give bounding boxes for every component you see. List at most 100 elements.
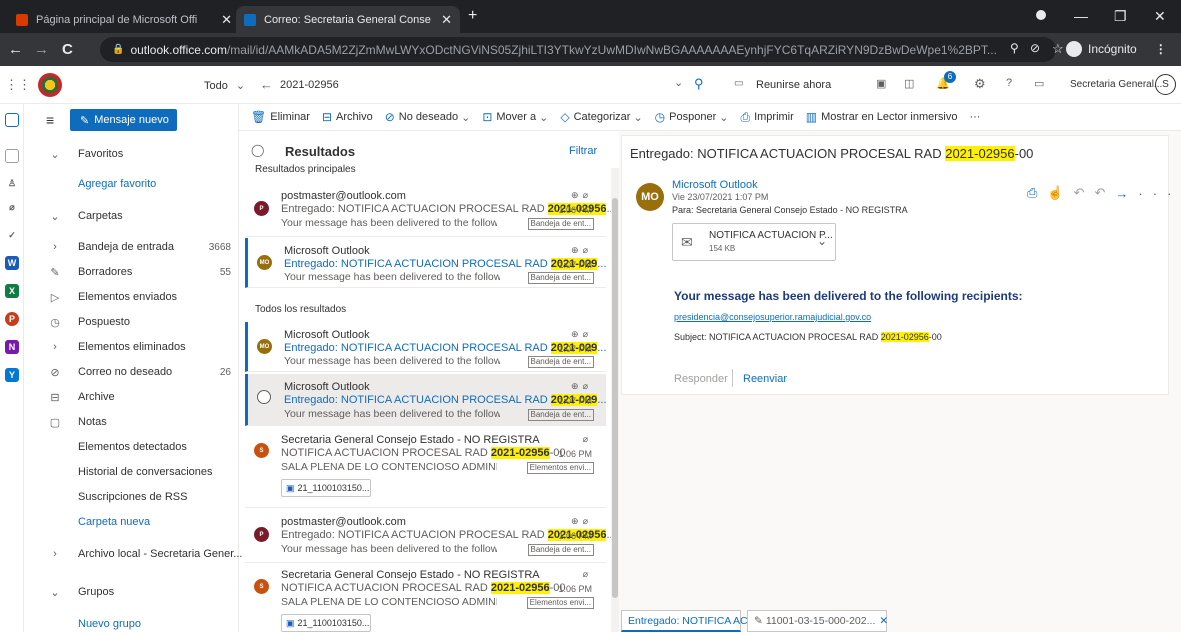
local-archive-folder[interactable]: › Archivo local - Secretaria Gener... — [24, 542, 242, 566]
attachment-chip[interactable]: ▣ 21_1100103150... — [281, 614, 371, 632]
attachment-card[interactable]: ✉ NOTIFICA ACTUACION P... 154 KB ⌄ — [672, 223, 836, 261]
folder-archive[interactable]: ⊟ Archive — [24, 385, 239, 409]
search-input[interactable]: 2021-02956 — [280, 79, 339, 91]
account-name[interactable]: Secretaria General... — [1070, 79, 1162, 90]
back-icon[interactable]: ← — [8, 41, 23, 58]
close-icon[interactable]: ✕ — [879, 615, 888, 627]
bottom-tab-message[interactable]: Entregado: NOTIFICA ACT... — [621, 610, 762, 632]
people-icon[interactable]: ♙ — [5, 176, 19, 190]
restore-icon[interactable]: ❐ — [1114, 8, 1127, 25]
move-to-button[interactable]: ⊡ Mover a ⌄ — [482, 110, 548, 124]
search-options-chevron-icon[interactable]: ⌄ — [674, 76, 683, 89]
scrollbar-thumb[interactable] — [612, 198, 618, 598]
folder-notes[interactable]: ▢ Notas — [24, 410, 239, 434]
list-item-selected[interactable]: Microsoft Outlook ⊕⌀ Entregado: NOTIFICA… — [245, 374, 606, 426]
folder-inbox[interactable]: › Bandeja de entrada 3668 — [24, 235, 239, 259]
feedback-icon[interactable]: ▭ — [1034, 77, 1044, 90]
immersive-reader-button[interactable]: ▥ Mostrar en Lector inmersivo — [806, 110, 958, 124]
recipient-link[interactable]: presidencia@consejosuperior.ramajudicial… — [674, 312, 871, 322]
list-item[interactable]: MO Microsoft Outlook ⊕⌀ Entregado: NOTIF… — [245, 238, 606, 288]
attachment-chip[interactable]: ▣ 21_1100103150... — [281, 479, 371, 497]
folder-rss[interactable]: Suscripciones de RSS — [24, 485, 239, 509]
chevron-down-icon[interactable]: ⌄ — [817, 234, 827, 248]
word-icon[interactable]: W — [5, 256, 19, 270]
forward-icon[interactable]: → — [34, 41, 49, 58]
back-arrow-icon[interactable]: ← — [260, 77, 273, 92]
folder-snoozed[interactable]: ◷ Pospuesto — [24, 310, 239, 334]
excel-icon[interactable]: X — [5, 284, 19, 298]
help-icon[interactable]: ? — [1006, 77, 1012, 89]
folder-detected[interactable]: Elementos detectados — [24, 435, 239, 459]
close-window-icon[interactable]: ✕ — [1154, 8, 1166, 25]
chrome-menu-icon[interactable]: ⋮ — [1155, 42, 1167, 56]
app-launcher-icon[interactable]: ⋮⋮ — [5, 77, 31, 93]
delete-button[interactable]: 🗑 Eliminar — [251, 110, 310, 124]
forward-icon[interactable]: → — [1115, 186, 1138, 201]
reload-icon[interactable]: C — [62, 41, 73, 58]
filter-button[interactable]: Filtrar — [569, 145, 597, 157]
select-checkbox[interactable] — [257, 390, 271, 404]
avatar[interactable]: S — [1155, 74, 1176, 95]
calendar-icon[interactable] — [5, 149, 19, 163]
folder-drafts[interactable]: ✎ Borradores 55 — [24, 260, 239, 284]
myday-icon[interactable]: ◫ — [904, 77, 914, 90]
list-item[interactable]: S Secretaria General Consejo Estado - NO… — [245, 428, 606, 508]
snooze-button[interactable]: ◷ Posponer ⌄ — [655, 110, 729, 124]
profile-dot-icon[interactable] — [1036, 10, 1046, 20]
tracking-icon[interactable]: ⊘ — [1030, 41, 1040, 55]
meet-now-button[interactable]: Reunirse ahora — [756, 79, 831, 91]
forward-button[interactable]: Reenviar — [743, 373, 787, 385]
zoom-icon[interactable]: ⚲ — [1010, 41, 1019, 55]
minimize-icon[interactable]: — — [1074, 8, 1088, 24]
message-list-scrollbar[interactable] — [611, 168, 619, 632]
junk-button[interactable]: ⊘ No deseado ⌄ — [385, 110, 471, 124]
groups-header[interactable]: ⌄ Grupos — [24, 580, 239, 604]
archive-button[interactable]: ⊟ Archivo — [322, 110, 373, 124]
browser-tab-outlook[interactable]: Correo: Secretaria General Conse ✕ — [236, 6, 460, 33]
list-item[interactable]: S Secretaria General Consejo Estado - NO… — [245, 564, 606, 632]
more-icon[interactable]: ··· — [1138, 186, 1181, 201]
powerpoint-icon[interactable]: P — [5, 312, 19, 326]
print-button[interactable]: ⎙ Imprimir — [740, 110, 793, 125]
browser-tab-office-home[interactable]: Página principal de Microsoft Offi ✕ — [8, 6, 240, 33]
folder-sent[interactable]: ▷ Elementos enviados — [24, 285, 239, 309]
sender-name[interactable]: Microsoft Outlook — [672, 179, 758, 191]
bottom-tab-draft[interactable]: ✎ 11001-03-15-000-202... ✕ — [747, 610, 888, 632]
avatar[interactable]: MO — [636, 183, 664, 211]
search-scope-select[interactable]: Todo ⌄ — [204, 79, 245, 93]
onenote-icon[interactable]: N — [5, 340, 19, 354]
new-message-button[interactable]: ✎ Mensaje nuevo — [70, 109, 177, 131]
attach-icon[interactable]: ⌀ — [5, 200, 19, 214]
reply-all-icon[interactable]: ↶ — [1095, 185, 1116, 201]
close-tab-icon[interactable]: ✕ — [221, 12, 232, 28]
new-group-link[interactable]: Nuevo grupo — [24, 612, 239, 636]
reply-icon[interactable]: ↶ — [1074, 185, 1095, 201]
folder-conversation-history[interactable]: Historial de conversaciones — [24, 460, 239, 484]
print-icon[interactable]: ⎙ — [1027, 185, 1047, 201]
address-bar[interactable]: 🔒 outlook.office.com /mail/id/AAMkADA5M2… — [100, 37, 1056, 62]
gear-icon[interactable]: ⚙ — [974, 76, 986, 92]
reply-button[interactable]: Responder — [674, 373, 728, 385]
incognito-badge[interactable]: Incógnito ⋮ — [1066, 38, 1167, 60]
categorize-button[interactable]: ◇ Categorizar ⌄ — [560, 110, 642, 124]
folders-header[interactable]: ⌄ Carpetas — [24, 204, 239, 228]
new-tab-button[interactable]: + — [468, 7, 477, 25]
add-favorite-link[interactable]: Agregar favorito — [24, 172, 239, 196]
star-icon[interactable]: ☆ — [1052, 41, 1064, 57]
more-actions-button[interactable]: ··· — [969, 111, 980, 123]
list-item[interactable]: MO Microsoft Outlook ⊕⌀ Entregado: NOTIF… — [245, 322, 606, 372]
teams-icon[interactable]: ▣ — [876, 77, 886, 90]
select-all-icon[interactable]: ◯ — [251, 143, 264, 157]
list-item[interactable]: P postmaster@outlook.com ⊕⌀ Entregado: N… — [245, 509, 612, 563]
folder-deleted[interactable]: › Elementos eliminados — [24, 335, 239, 359]
folder-junk[interactable]: ⊘ Correo no deseado 26 — [24, 360, 239, 384]
search-icon[interactable]: ⚲ — [694, 76, 704, 92]
favorites-header[interactable]: ⌄ Favoritos — [24, 142, 239, 166]
mail-icon[interactable] — [5, 113, 19, 127]
yammer-icon[interactable]: Y — [5, 368, 19, 382]
close-tab-icon[interactable]: ✕ — [441, 12, 452, 28]
todo-icon[interactable]: ✓ — [5, 228, 19, 242]
hamburger-icon[interactable]: ≡ — [46, 112, 54, 128]
like-icon[interactable]: ☝ — [1047, 185, 1073, 201]
list-item[interactable]: P postmaster@outlook.com ⊕⌀ Entregado: N… — [245, 182, 612, 237]
